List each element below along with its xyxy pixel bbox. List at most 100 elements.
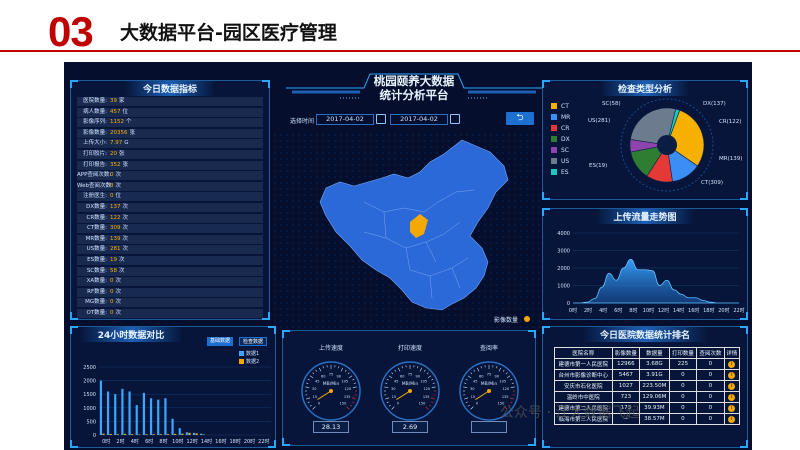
info-icon[interactable]: i xyxy=(728,404,736,412)
x-tick-label: 14时 xyxy=(201,438,212,445)
gauge-tick-label: 60 xyxy=(321,374,325,378)
bar-series-a xyxy=(164,398,167,435)
gauge-tick-label: 120 xyxy=(344,387,351,391)
slide-title: 大数据平台-园区医疗管理 xyxy=(120,22,337,44)
gauge-tick xyxy=(465,401,468,404)
gauge-tick-label: 30 xyxy=(470,387,474,391)
table-cell: 温岭市中医院 xyxy=(554,391,613,403)
info-icon[interactable]: i xyxy=(728,371,736,379)
gauge-tick xyxy=(426,372,429,375)
upload-trend-panel: 上传流量走势图 4000 3000 2000 1000 0 0时 2时 4时 6时 8时 10时 12… xyxy=(542,208,748,320)
table-cell: 建德市第一人民医院 xyxy=(554,358,613,370)
bar-series-a xyxy=(178,428,181,435)
gauge-tick xyxy=(306,382,309,384)
x-tick-label: 18时 xyxy=(229,438,240,445)
gauge-tick xyxy=(340,367,344,372)
x-tick-label: 2时 xyxy=(584,307,592,314)
x-tick-label: 12时 xyxy=(186,438,197,445)
x-tick-label: 18时 xyxy=(703,307,714,314)
x-tick-label: 14时 xyxy=(673,307,684,314)
gauge-tick xyxy=(480,366,482,369)
table-cell: 0 xyxy=(668,413,698,425)
bar-series-b xyxy=(145,434,148,435)
table-cell: 12966 xyxy=(611,358,641,370)
info-icon[interactable]: i xyxy=(728,415,736,423)
gauge-tick xyxy=(427,375,432,379)
bar-series-b xyxy=(131,434,134,435)
pie-label-cr: CR(122) xyxy=(719,119,742,125)
gauge-tick xyxy=(463,386,468,388)
bar-series-a xyxy=(149,398,153,435)
x-tick-label: 12时 xyxy=(658,307,669,314)
bar-series-b xyxy=(195,433,198,435)
map-legend-dot xyxy=(524,316,530,322)
gauge-tick-label: 150 xyxy=(340,402,347,406)
x-tick-label: 10时 xyxy=(643,307,654,314)
gauge-tick xyxy=(384,386,389,388)
hourly-bar-chart: 250020001500100050000时 2时 4时 6时 8时 10时 12时 14时 1… xyxy=(83,365,271,445)
table-header-cell: 查阅次数 xyxy=(696,347,725,359)
y-tick-label: 500 xyxy=(86,419,96,425)
gauge-value-upload: 28.13 xyxy=(313,421,349,433)
pie-label-dx: DX(137) xyxy=(703,101,726,107)
gauge-tick xyxy=(347,372,350,375)
table-cell: 223.50M xyxy=(639,380,670,392)
gauge-tick xyxy=(352,401,355,404)
gauge-tick-label: 105 xyxy=(420,380,427,384)
gauge-tick xyxy=(430,397,435,400)
gauge-tick-label: 105 xyxy=(499,380,506,384)
section-number: 03 xyxy=(48,8,94,55)
header-divider xyxy=(0,50,800,52)
gauge-tick-label: 135 xyxy=(423,395,430,399)
bar-series-b xyxy=(109,433,112,435)
table-cell: 38.57M xyxy=(639,413,670,425)
gauge-tick xyxy=(464,382,467,384)
x-tick-label: 22时 xyxy=(733,307,744,314)
gauge-tick-label: 75 xyxy=(487,373,491,377)
bar-series-b xyxy=(181,433,184,435)
bar-series-b xyxy=(152,434,155,435)
gauge-tick-label: 90 xyxy=(336,374,340,378)
x-tick-label: 0时 xyxy=(102,438,110,445)
table-cell: 0 xyxy=(696,391,725,403)
gauge-label-read: 查阅率 xyxy=(479,345,498,352)
gauge-tick-label: 60 xyxy=(400,374,404,378)
y-tick-label: 2000 xyxy=(557,266,570,272)
bar-series-a xyxy=(142,392,145,435)
x-tick-label: 8时 xyxy=(629,307,637,314)
table-cell: 安庆市石化医院 xyxy=(554,380,613,392)
bar-series-a xyxy=(171,418,174,435)
pie-label-sc: SC(58) xyxy=(602,101,621,107)
gauge-tick-label: 15 xyxy=(471,395,475,399)
table-cell: 3.91G xyxy=(639,369,670,381)
table-cell: 0 xyxy=(668,380,698,392)
gauge-tick-label: 30 xyxy=(391,387,395,391)
y-tick-label: 4000 xyxy=(557,231,570,237)
gauge-tick xyxy=(307,401,310,404)
bar-series-a xyxy=(135,405,138,435)
gauge-tick-label: 15 xyxy=(392,395,396,399)
table-row: 台州市影像诊断中心 5467 3.91G 0 0 i xyxy=(554,369,741,381)
gauge-tick xyxy=(417,366,419,369)
gauge-tick xyxy=(467,375,472,379)
gauge-tick xyxy=(346,406,350,410)
gauge-tick xyxy=(352,378,355,381)
gauge-tick xyxy=(394,369,397,372)
table-header-row: 医院名称 影像数量 数据量 打印数量 查阅次数 详情 xyxy=(554,347,741,359)
gauge-hub xyxy=(408,389,412,393)
info-icon[interactable]: i xyxy=(728,382,736,390)
info-icon[interactable]: i xyxy=(728,393,736,401)
gauge-tick xyxy=(338,366,340,369)
gauge-hub xyxy=(329,389,333,393)
info-icon[interactable]: i xyxy=(728,360,736,368)
watermark: 公众号 · 江大数据飞起 xyxy=(500,405,640,421)
bar-series-b xyxy=(166,434,170,435)
gauge-tick-label: 105 xyxy=(341,380,348,384)
y-tick-label: 3000 xyxy=(557,249,570,255)
gauge-tick-label: 90 xyxy=(494,374,498,378)
gauge-tick xyxy=(391,406,395,410)
gauge-tick xyxy=(322,366,324,369)
x-tick-label: 16时 xyxy=(215,438,226,445)
x-tick-label: 22时 xyxy=(258,438,269,445)
gauge-tick xyxy=(467,404,470,407)
